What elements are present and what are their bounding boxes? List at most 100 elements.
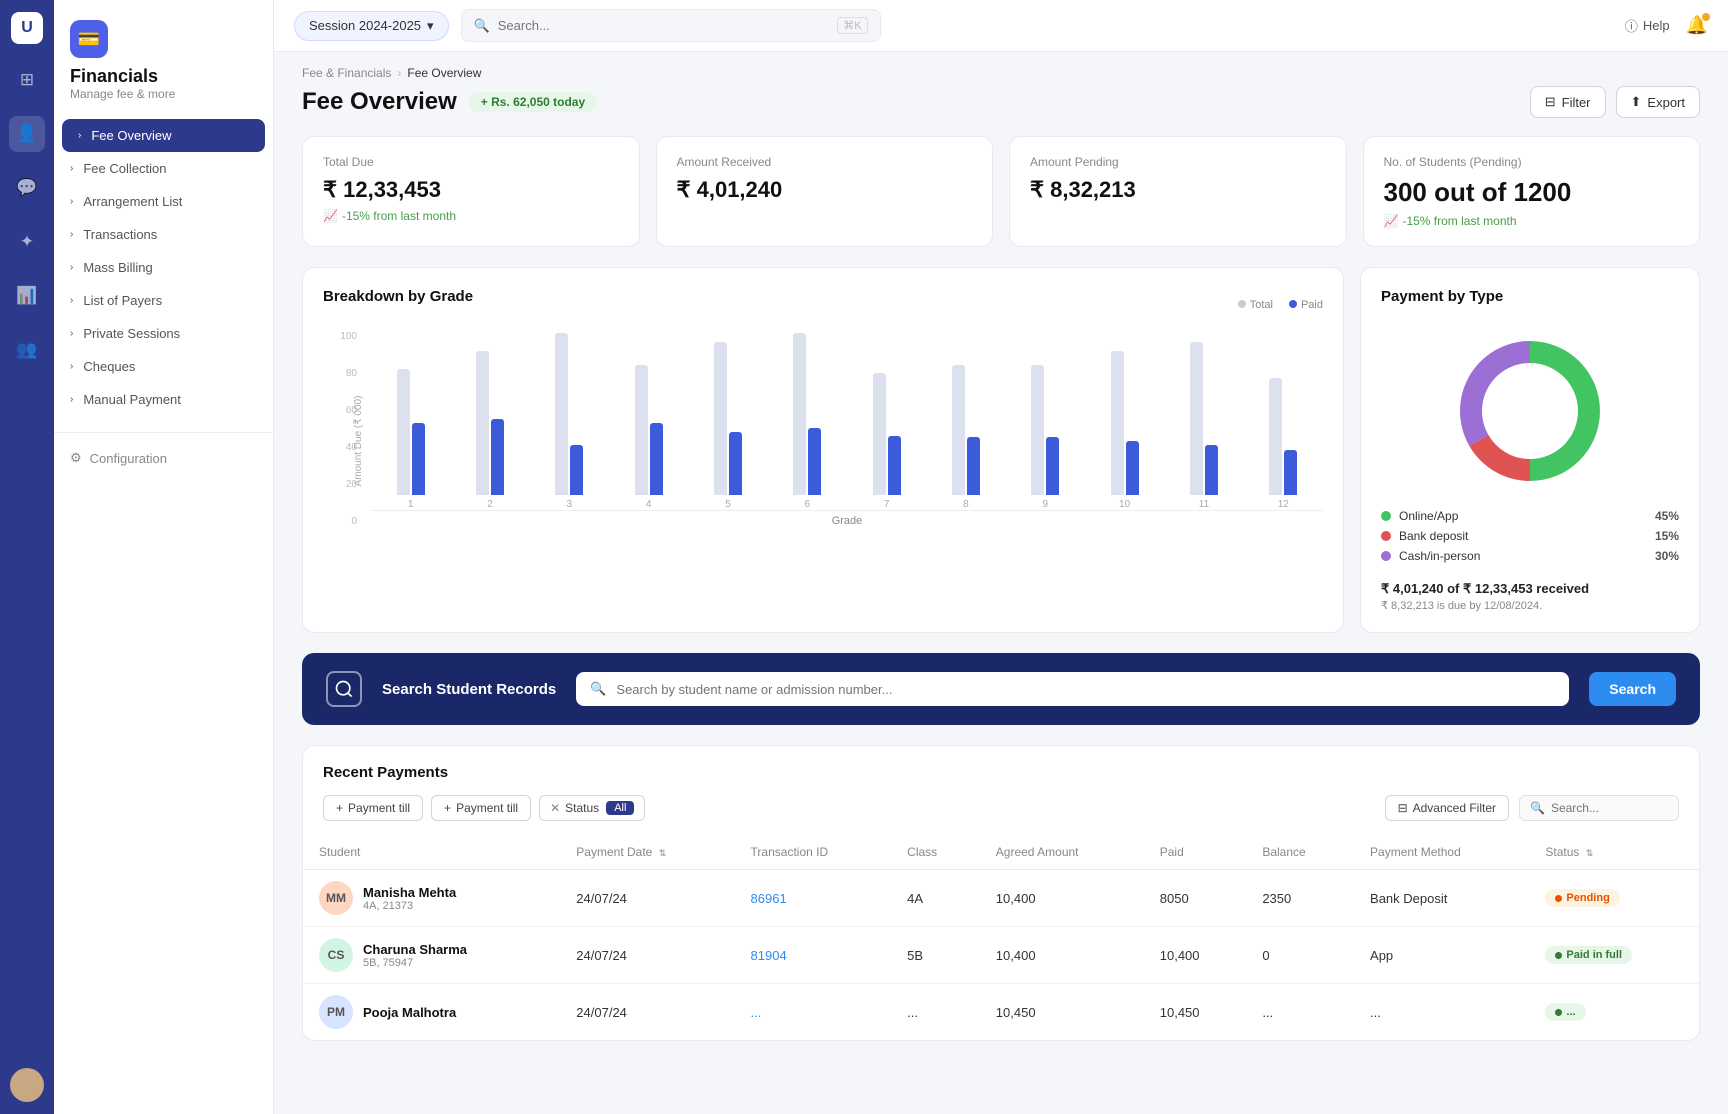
sidebar-item-label: Fee Overview bbox=[91, 128, 171, 143]
cell-payment-method: Bank Deposit bbox=[1354, 870, 1529, 927]
cell-student: CS Charuna Sharma 5B, 75947 bbox=[303, 927, 560, 984]
transaction-link[interactable]: 81904 bbox=[751, 948, 787, 963]
sidebar-item-cheques[interactable]: › Cheques bbox=[54, 350, 273, 383]
stat-change: 📈 -15% from last month bbox=[323, 209, 619, 223]
table-row: CS Charuna Sharma 5B, 75947 24/07/24 8190… bbox=[303, 927, 1699, 984]
bar-total bbox=[397, 369, 410, 495]
sidebar-item-label: Fee Collection bbox=[83, 161, 166, 176]
app-logo[interactable]: U bbox=[11, 12, 43, 44]
chevron-icon: › bbox=[70, 361, 73, 372]
donut-legend: Online/App45%Bank deposit15%Cash/in-pers… bbox=[1381, 509, 1679, 569]
payment-till-1-button[interactable]: + Payment till bbox=[323, 795, 423, 821]
notification-icon[interactable]: 🔔 bbox=[1686, 15, 1708, 36]
chevron-icon: › bbox=[70, 394, 73, 405]
table-header-row: Student Payment Date ⇅ Transaction ID Cl… bbox=[303, 835, 1699, 870]
legend-color-dot bbox=[1381, 531, 1391, 541]
search-student-button[interactable]: Search bbox=[1589, 672, 1676, 706]
nav-icon-star[interactable]: ✦ bbox=[9, 224, 45, 260]
bar-paid bbox=[491, 419, 504, 495]
cell-payment-method: App bbox=[1354, 927, 1529, 984]
transaction-link[interactable]: ... bbox=[751, 1005, 762, 1020]
sidebar-item-transactions[interactable]: › Transactions bbox=[54, 218, 273, 251]
help-button[interactable]: ⓘ Help bbox=[1625, 16, 1670, 35]
bar-chart-card: Breakdown by Grade Total Paid Amount Due… bbox=[302, 267, 1344, 633]
search-section-label: Search Student Records bbox=[382, 681, 556, 698]
filter-button[interactable]: ⊟ Filter bbox=[1530, 86, 1606, 118]
nav-icon-people[interactable]: 👥 bbox=[9, 332, 45, 368]
sort-icon[interactable]: ⇅ bbox=[1586, 848, 1594, 858]
table-search[interactable]: 🔍 bbox=[1519, 795, 1679, 821]
global-search-input[interactable] bbox=[498, 18, 829, 33]
donut-chart-card: Payment by Type Online/App45%Bank deposi… bbox=[1360, 267, 1700, 633]
transaction-link[interactable]: 86961 bbox=[751, 891, 787, 906]
charts-row: Breakdown by Grade Total Paid Amount Due… bbox=[302, 267, 1700, 633]
global-search[interactable]: 🔍 ⌘K bbox=[461, 9, 881, 42]
cell-paid: 8050 bbox=[1144, 870, 1247, 927]
today-badge: + Rs. 62,050 today bbox=[469, 92, 597, 112]
stat-value: ₹ 4,01,240 bbox=[677, 177, 973, 203]
left-nav-header: 💳 Financials Manage fee & more bbox=[54, 0, 273, 111]
filter-icon: ⊟ bbox=[1398, 801, 1408, 815]
session-label: Session 2024-2025 bbox=[309, 18, 421, 33]
bar-group-11: 11 bbox=[1164, 342, 1243, 510]
recent-payments-card: Recent Payments + Payment till + Payment… bbox=[302, 745, 1700, 1041]
nav-icon-reports[interactable]: 📊 bbox=[9, 278, 45, 314]
filter-row: + Payment till + Payment till ✕ Status A… bbox=[323, 795, 1679, 821]
col-student: Student bbox=[303, 835, 560, 870]
bar-grade-label: 12 bbox=[1278, 499, 1289, 510]
topbar-right: ⓘ Help 🔔 bbox=[1625, 15, 1708, 36]
nav-icon-chat[interactable]: 💬 bbox=[9, 170, 45, 206]
close-icon[interactable]: ✕ bbox=[550, 801, 560, 815]
status-badge: Paid in full bbox=[1545, 946, 1632, 964]
cell-agreed-amount: 10,400 bbox=[980, 870, 1144, 927]
bar-paid bbox=[412, 423, 425, 495]
sidebar-item-list-of-payers[interactable]: › List of Payers bbox=[54, 284, 273, 317]
bar-paid bbox=[967, 437, 980, 495]
bar-group-4: 4 bbox=[609, 365, 688, 510]
advanced-filter-button[interactable]: ⊟ Advanced Filter bbox=[1385, 795, 1509, 821]
sidebar-item-mass-billing[interactable]: › Mass Billing bbox=[54, 251, 273, 284]
bar-total bbox=[952, 365, 965, 495]
export-icon: ⬆ bbox=[1631, 94, 1642, 110]
sidebar-item-arrangement-list[interactable]: › Arrangement List bbox=[54, 185, 273, 218]
user-avatar[interactable] bbox=[10, 1068, 44, 1102]
session-selector[interactable]: Session 2024-2025 ▾ bbox=[294, 11, 449, 41]
table-search-input[interactable] bbox=[1551, 801, 1700, 815]
trend-icon: 📈 bbox=[1384, 214, 1399, 228]
legend-name: Cash/in-person bbox=[1399, 549, 1655, 563]
sidebar-item-label: Private Sessions bbox=[83, 326, 180, 341]
student-name: Pooja Malhotra bbox=[363, 1005, 456, 1020]
bar-grade-label: 8 bbox=[963, 499, 969, 510]
status-filter-tag[interactable]: ✕ Status All bbox=[539, 795, 645, 821]
stat-amount-pending: Amount Pending ₹ 8,32,213 bbox=[1009, 136, 1347, 247]
chevron-icon: › bbox=[78, 130, 81, 141]
nav-icon-grid[interactable]: ⊞ bbox=[9, 62, 45, 98]
payment-till-2-label: Payment till bbox=[456, 801, 518, 815]
payments-table: Student Payment Date ⇅ Transaction ID Cl… bbox=[303, 835, 1699, 1040]
payment-till-2-button[interactable]: + Payment till bbox=[431, 795, 531, 821]
search-student-input[interactable] bbox=[616, 682, 1555, 697]
bar-grade-label: 3 bbox=[567, 499, 573, 510]
table-row: MM Manisha Mehta 4A, 21373 24/07/2486961… bbox=[303, 870, 1699, 927]
cell-date: 24/07/24 bbox=[560, 927, 734, 984]
breadcrumb-separator: › bbox=[397, 66, 401, 80]
search-student-input-wrap[interactable]: 🔍 bbox=[576, 672, 1569, 706]
payments-table-body: MM Manisha Mehta 4A, 21373 24/07/2486961… bbox=[303, 870, 1699, 1041]
sidebar-item-configuration[interactable]: ⚙ Configuration bbox=[54, 441, 273, 475]
search-icon: 🔍 bbox=[1530, 801, 1545, 815]
cell-status: ... bbox=[1529, 984, 1699, 1041]
bar-group-7: 7 bbox=[847, 373, 926, 510]
breadcrumb-parent[interactable]: Fee & Financials bbox=[302, 66, 391, 80]
sidebar-item-private-sessions[interactable]: › Private Sessions bbox=[54, 317, 273, 350]
sidebar-item-fee-overview[interactable]: › Fee Overview bbox=[62, 119, 265, 152]
export-button[interactable]: ⬆ Export bbox=[1616, 86, 1700, 118]
donut-segment-Bank deposit bbox=[1469, 435, 1530, 481]
cell-status: Pending bbox=[1529, 870, 1699, 927]
sidebar-item-fee-collection[interactable]: › Fee Collection bbox=[54, 152, 273, 185]
sidebar-item-manual-payment[interactable]: › Manual Payment bbox=[54, 383, 273, 416]
bar-group-9: 9 bbox=[1006, 365, 1085, 510]
sort-icon[interactable]: ⇅ bbox=[659, 848, 667, 858]
legend-color-dot bbox=[1381, 511, 1391, 521]
y-axis: 100 80 60 40 20 0 bbox=[323, 331, 363, 527]
nav-icon-user[interactable]: 👤 bbox=[9, 116, 45, 152]
